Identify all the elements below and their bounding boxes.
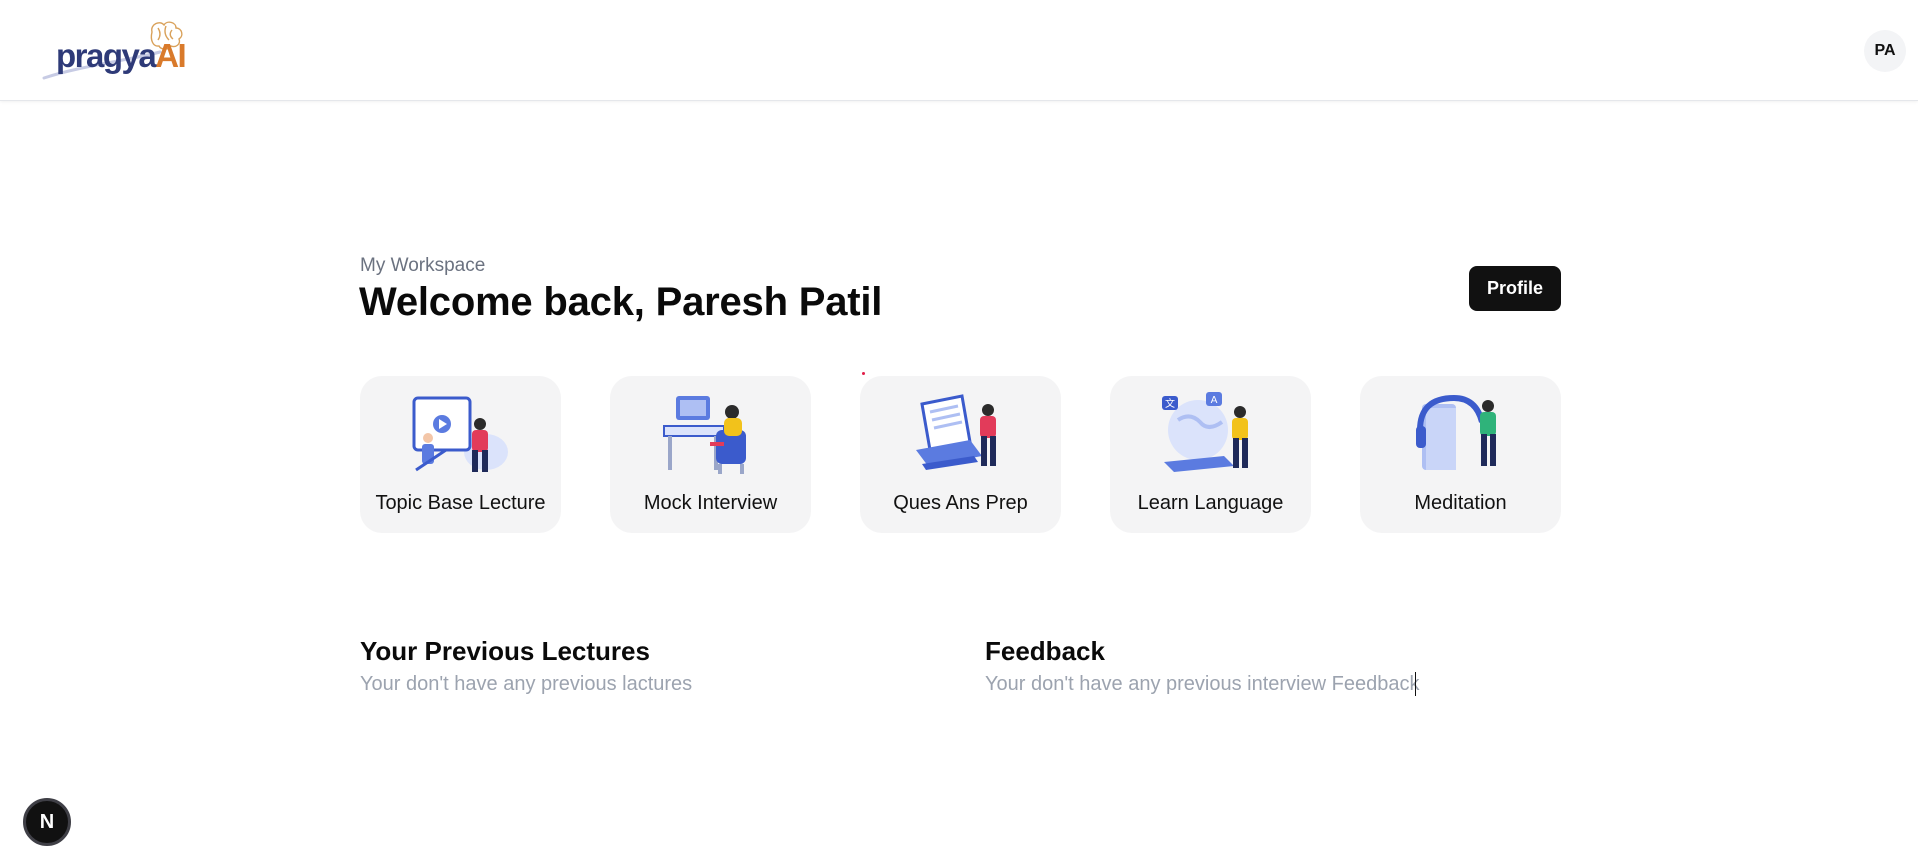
previous-lectures-title: Your Previous Lectures <box>360 636 650 666</box>
pragya-ai-logo[interactable]: pragyaAI <box>40 16 190 86</box>
logo-text-main: pragya <box>56 37 157 74</box>
feature-card-ques-ans-prep[interactable]: Ques Ans Prep <box>860 376 1061 533</box>
feature-card-meditation[interactable]: Meditation <box>1360 376 1561 533</box>
feature-card-label: Learn Language <box>1137 492 1284 514</box>
svg-text:文: 文 <box>1165 397 1175 410</box>
feedback-title: Feedback <box>985 636 1105 666</box>
stray-dot <box>862 372 865 375</box>
page-title: Welcome back, Paresh Patil <box>359 280 883 324</box>
language-illustration-icon: 文 A <box>1162 392 1248 472</box>
previous-lectures-empty: Your don't have any previous lactures <box>360 673 693 695</box>
workspace-label: My Workspace <box>360 255 486 276</box>
feature-card-label: Topic Base Lecture <box>375 492 546 514</box>
feedback-empty: Your don't have any previous interview F… <box>985 673 1420 695</box>
feature-card-learn-language[interactable]: 文 A Learn Language <box>1110 376 1311 533</box>
svg-text:A: A <box>1211 395 1218 406</box>
text-caret <box>1415 672 1416 696</box>
lecture-illustration-icon <box>412 396 508 472</box>
feature-card-label: Ques Ans Prep <box>893 492 1028 514</box>
qa-prep-illustration-icon <box>916 394 996 470</box>
feature-card-label: Meditation <box>1414 492 1507 514</box>
interview-illustration-icon <box>663 396 746 474</box>
nextjs-dev-badge[interactable]: N <box>23 798 71 846</box>
feature-card-topic-base-lecture[interactable]: Topic Base Lecture <box>360 376 561 533</box>
meditation-illustration-icon <box>1416 394 1496 470</box>
top-bar: pragyaAI PA <box>0 0 1918 101</box>
logo-text-accent: AI <box>155 37 187 74</box>
profile-button[interactable]: Profile <box>1469 266 1561 311</box>
logo-wordmark: pragyaAI <box>56 36 187 76</box>
user-avatar[interactable]: PA <box>1864 30 1906 72</box>
feature-card-mock-interview[interactable]: Mock Interview <box>610 376 811 533</box>
feature-card-label: Mock Interview <box>643 492 778 514</box>
